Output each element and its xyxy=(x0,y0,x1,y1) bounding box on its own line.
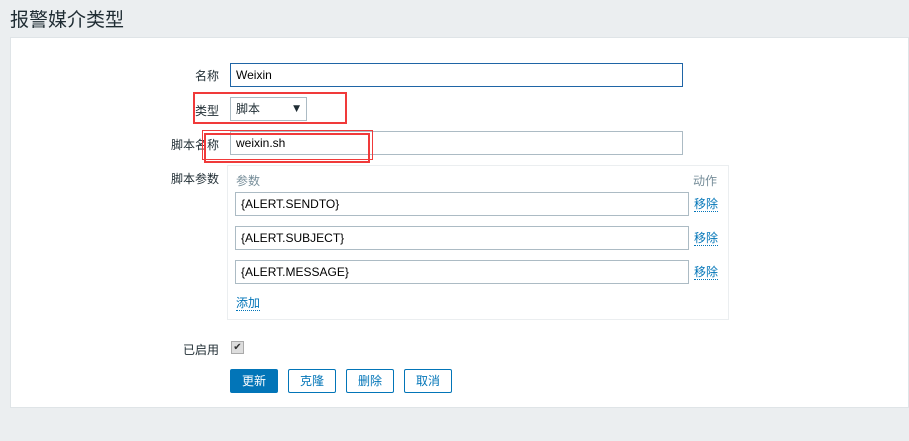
update-button[interactable]: 更新 xyxy=(230,369,278,393)
remove-link[interactable]: 移除 xyxy=(694,231,719,246)
action-header: 动作 xyxy=(693,174,718,188)
param-input[interactable] xyxy=(235,192,689,216)
name-label: 名称 xyxy=(194,69,219,83)
remove-link[interactable]: 移除 xyxy=(694,265,719,280)
param-input[interactable] xyxy=(235,226,689,250)
params-header: 参数 xyxy=(236,174,261,188)
script-params-label: 脚本参数 xyxy=(170,172,219,186)
page-title: 报警媒介类型 xyxy=(10,9,125,31)
clone-button[interactable]: 克隆 xyxy=(288,369,336,393)
highlight-box xyxy=(193,92,347,124)
param-input[interactable] xyxy=(235,260,689,284)
remove-link[interactable]: 移除 xyxy=(694,197,719,212)
highlight-box xyxy=(204,133,370,163)
name-input[interactable] xyxy=(230,63,683,87)
enabled-label: 已启用 xyxy=(182,343,219,357)
enabled-checkbox[interactable]: ✔ xyxy=(231,341,244,354)
delete-button[interactable]: 删除 xyxy=(346,369,394,393)
cancel-button[interactable]: 取消 xyxy=(404,369,452,393)
add-link[interactable]: 添加 xyxy=(236,296,261,311)
